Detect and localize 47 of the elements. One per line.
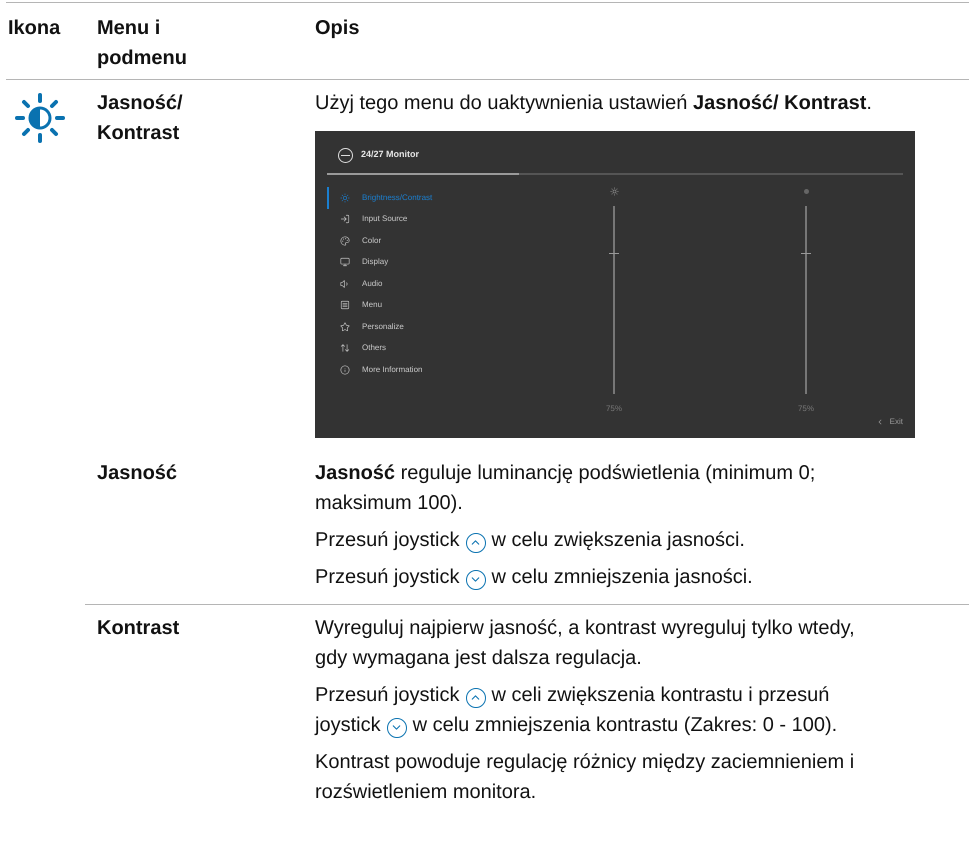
description-text: Kontrast. [784, 92, 872, 114]
arrows-icon [340, 343, 350, 354]
joystick-down-icon [386, 718, 407, 738]
column-header: Ikona [8, 16, 62, 41]
slider-reading: 75% [606, 403, 622, 415]
description-text: Wyreguluj najpierw jasność, a kontrast wyreguluj tylko wtedy, gdy wymagana jest dalsza regulacja. [315, 617, 855, 669]
description-text: Przesuń joystick [315, 566, 460, 588]
description-text: Kontrast powoduje regulację różnicy między zaciemnieniem i rozświetleniem monitora. [315, 751, 854, 803]
osd-menu-item[interactable]: Audio [327, 273, 605, 294]
slider-reading: 75% [798, 403, 814, 415]
osd-menu-item[interactable]: More Information [327, 359, 605, 380]
joystick-up-icon [466, 532, 486, 552]
description-text: Przesuń joystick [315, 529, 460, 551]
osd-menu-item[interactable]: Menu [327, 294, 605, 316]
speaker-icon [340, 278, 350, 289]
osd-menu-item[interactable]: Others [327, 338, 605, 359]
joystick-up-icon [466, 688, 486, 708]
osd-menu-item[interactable]: Display [327, 252, 605, 273]
column-header: Menu i podmenu [97, 16, 188, 71]
osd-menu-item[interactable]: Color [327, 230, 605, 252]
menu-name: Kontrast [97, 616, 180, 641]
description-text: w celi zwiększenia kontrastu i przesuń [492, 684, 830, 706]
description-text: Przesuń joystick [315, 684, 460, 706]
joystick-down-icon [466, 570, 486, 590]
description-text: w celu zmniejszenia kontrastu (Zakres: 0 - 100). [412, 714, 838, 736]
osd-menu-item[interactable]: Input Source [327, 208, 605, 230]
monitor-icon [340, 257, 350, 268]
description-text: Jasność reguluje luminancję podświetlenia (minimum 0; maksimum 100). [315, 462, 816, 514]
input-arrow-icon [340, 214, 350, 224]
logo-icon [338, 148, 353, 162]
osd-title: 24/27 Monitor [361, 148, 420, 162]
contrast-icon [804, 189, 808, 194]
list-icon [340, 300, 350, 310]
osd-menu-item[interactable]: Personalize [327, 316, 605, 338]
sun-icon [610, 187, 618, 196]
info-icon [340, 364, 350, 375]
brightness-contrast-icon [14, 92, 66, 144]
menu-name: Jasność [97, 461, 178, 486]
exit-button[interactable]: Exit [876, 416, 903, 428]
description-text: w celu zmniejszenia jasności. [492, 566, 753, 588]
column-header: Opis [315, 16, 360, 41]
description-text: Użyj tego menu do uaktywnienia ustawień Jasność/ [315, 92, 779, 114]
star-icon [340, 322, 350, 332]
description-text: w celu zwiększenia jasności. [492, 529, 745, 551]
description-text: joystick [315, 714, 381, 736]
palette-icon [340, 236, 350, 246]
menu-name: Jasność/ Kontrast [97, 91, 184, 146]
